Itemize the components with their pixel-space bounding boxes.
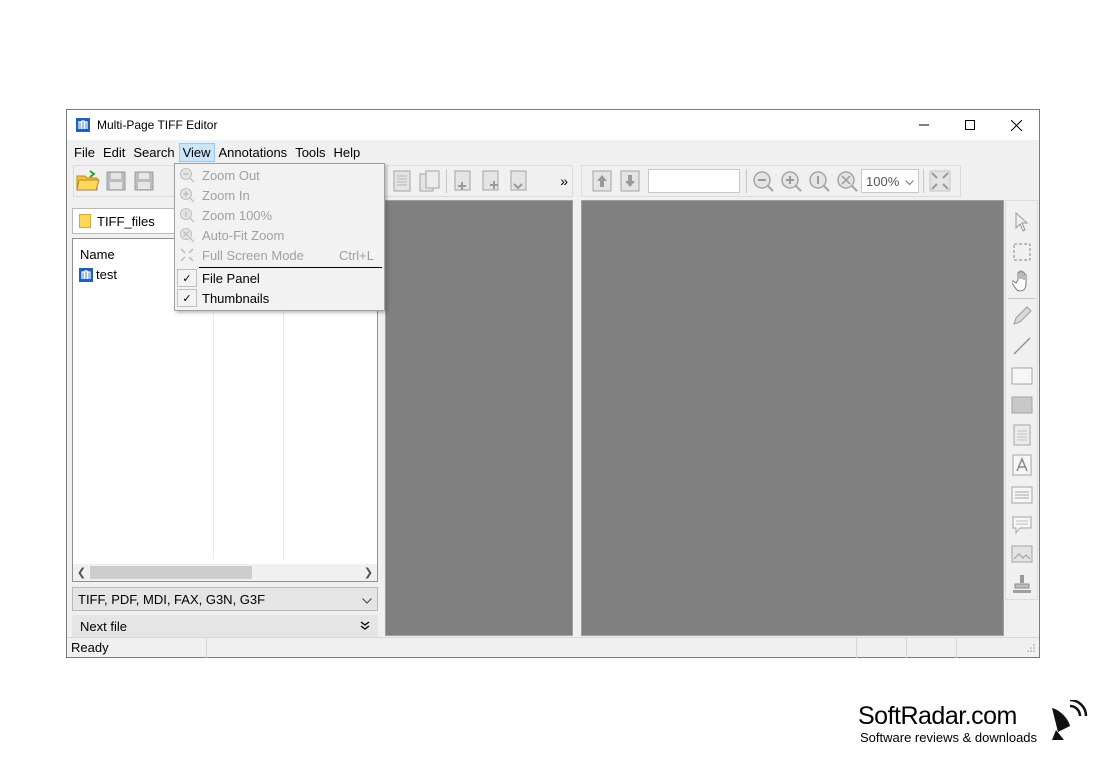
hand-icon[interactable] bbox=[1008, 267, 1036, 297]
minimize-button[interactable] bbox=[901, 110, 947, 140]
menu-zoom-in[interactable]: Zoom In bbox=[175, 185, 384, 205]
status-text: Ready bbox=[67, 637, 207, 658]
image-icon[interactable] bbox=[1008, 539, 1036, 569]
checkmark-icon: ✓ bbox=[177, 289, 197, 307]
toolbar-overflow-button[interactable]: » bbox=[560, 173, 568, 189]
close-button[interactable] bbox=[993, 110, 1039, 140]
brand-tagline: Software reviews & downloads bbox=[860, 730, 1038, 745]
filter-value: TIFF, PDF, MDI, FAX, G3N, G3F bbox=[78, 591, 266, 607]
folder-name: TIFF_files bbox=[97, 213, 155, 229]
save-as-icon[interactable] bbox=[130, 167, 158, 195]
replace-page-icon[interactable] bbox=[505, 167, 533, 195]
pointer-icon[interactable] bbox=[1008, 207, 1036, 237]
annotation-toolbar bbox=[1005, 200, 1038, 600]
app-logo-icon bbox=[76, 118, 90, 132]
page-number-input[interactable] bbox=[648, 169, 740, 193]
next-file-label: Next file bbox=[80, 618, 127, 634]
menu-tools[interactable]: Tools bbox=[291, 143, 329, 162]
menu-annotations[interactable]: Annotations bbox=[215, 143, 292, 162]
zoom-in-icon bbox=[175, 187, 199, 203]
satellite-dish-icon bbox=[1048, 698, 1088, 745]
auto-fit-zoom-icon[interactable] bbox=[833, 167, 861, 195]
filled-rectangle-icon[interactable] bbox=[1008, 391, 1036, 421]
page-down-icon[interactable] bbox=[616, 167, 644, 195]
line-icon[interactable] bbox=[1008, 331, 1036, 361]
thumbnails-panel[interactable] bbox=[385, 200, 573, 636]
document-view[interactable] bbox=[581, 200, 1004, 636]
brand-name: SoftRadar.com bbox=[858, 702, 1017, 730]
stamp-icon[interactable] bbox=[1008, 569, 1036, 599]
menu-view[interactable]: View bbox=[178, 142, 215, 162]
tiff-file-icon bbox=[79, 267, 93, 282]
next-file-bar[interactable]: Next file bbox=[72, 615, 378, 637]
chevron-down-icon bbox=[362, 592, 372, 607]
select-rectangle-icon[interactable] bbox=[1008, 237, 1036, 267]
append-page-icon[interactable] bbox=[477, 167, 505, 195]
menu-help[interactable]: Help bbox=[330, 143, 365, 162]
menu-edit[interactable]: Edit bbox=[99, 143, 129, 162]
full-screen-icon bbox=[175, 247, 199, 263]
view-toolbar-group: 100% bbox=[581, 165, 961, 197]
resize-grip-icon[interactable] bbox=[1026, 643, 1036, 653]
shortcut-label: Ctrl+L bbox=[338, 247, 374, 263]
scroll-thumb[interactable] bbox=[90, 566, 252, 579]
insert-page-icon[interactable] bbox=[449, 167, 477, 195]
menu-auto-fit-zoom[interactable]: Auto-Fit Zoom bbox=[175, 225, 384, 245]
menu-bar: File Edit Search View Annotations Tools … bbox=[67, 140, 1039, 164]
zoom-100-icon[interactable] bbox=[805, 167, 833, 195]
horizontal-scrollbar[interactable]: ❮ ❯ bbox=[73, 564, 377, 581]
zoom-out-icon[interactable] bbox=[749, 167, 777, 195]
auto-fit-zoom-icon bbox=[175, 227, 199, 243]
rectangle-icon[interactable] bbox=[1008, 361, 1036, 391]
file-type-filter[interactable]: TIFF, PDF, MDI, FAX, G3N, G3F bbox=[72, 587, 378, 611]
menu-file[interactable]: File bbox=[70, 143, 99, 162]
column-header-name[interactable]: Name bbox=[80, 247, 115, 262]
double-chevron-down-icon[interactable] bbox=[360, 619, 370, 634]
menu-zoom-out[interactable]: Zoom Out bbox=[175, 165, 384, 185]
page-icon[interactable] bbox=[388, 167, 416, 195]
zoom-in-icon[interactable] bbox=[777, 167, 805, 195]
menu-zoom-100[interactable]: Zoom 100% bbox=[175, 205, 384, 225]
menu-file-panel[interactable]: ✓ File Panel bbox=[175, 268, 384, 288]
window-title: Multi-Page TIFF Editor bbox=[97, 118, 218, 132]
page-up-icon[interactable] bbox=[588, 167, 616, 195]
scroll-left-icon[interactable]: ❮ bbox=[73, 564, 90, 581]
maximize-button[interactable] bbox=[947, 110, 993, 140]
copy-pages-icon[interactable] bbox=[416, 167, 444, 195]
zoom-value: 100% bbox=[866, 173, 900, 189]
note-icon[interactable] bbox=[1008, 420, 1036, 450]
menu-thumbnails[interactable]: ✓ Thumbnails bbox=[175, 288, 384, 308]
title-bar: Multi-Page TIFF Editor bbox=[67, 110, 1039, 140]
zoom-out-icon bbox=[175, 167, 199, 183]
view-menu-dropdown: Zoom Out Zoom In Zoom 100% Auto-Fit Zoom… bbox=[174, 163, 385, 311]
zoom-select[interactable]: 100% bbox=[861, 169, 919, 193]
pencil-icon[interactable] bbox=[1008, 301, 1036, 331]
save-icon[interactable] bbox=[102, 167, 130, 195]
file-name: test bbox=[96, 267, 117, 282]
text-icon[interactable] bbox=[1008, 450, 1036, 480]
folder-icon bbox=[79, 214, 91, 228]
chevron-down-icon bbox=[905, 174, 914, 189]
file-item[interactable]: test bbox=[79, 267, 117, 282]
checkmark-icon: ✓ bbox=[177, 269, 197, 287]
scroll-right-icon[interactable]: ❯ bbox=[360, 564, 377, 581]
open-folder-button[interactable] bbox=[74, 167, 102, 195]
full-screen-icon[interactable] bbox=[926, 167, 954, 195]
softradar-watermark: SoftRadar.com Software reviews & downloa… bbox=[858, 698, 1088, 750]
callout-icon[interactable] bbox=[1008, 510, 1036, 540]
status-bar: Ready bbox=[67, 637, 1039, 658]
menu-search[interactable]: Search bbox=[129, 143, 178, 162]
zoom-100-icon bbox=[175, 207, 199, 223]
text-block-icon[interactable] bbox=[1008, 480, 1036, 510]
menu-full-screen[interactable]: Full Screen Mode Ctrl+L bbox=[175, 245, 384, 265]
